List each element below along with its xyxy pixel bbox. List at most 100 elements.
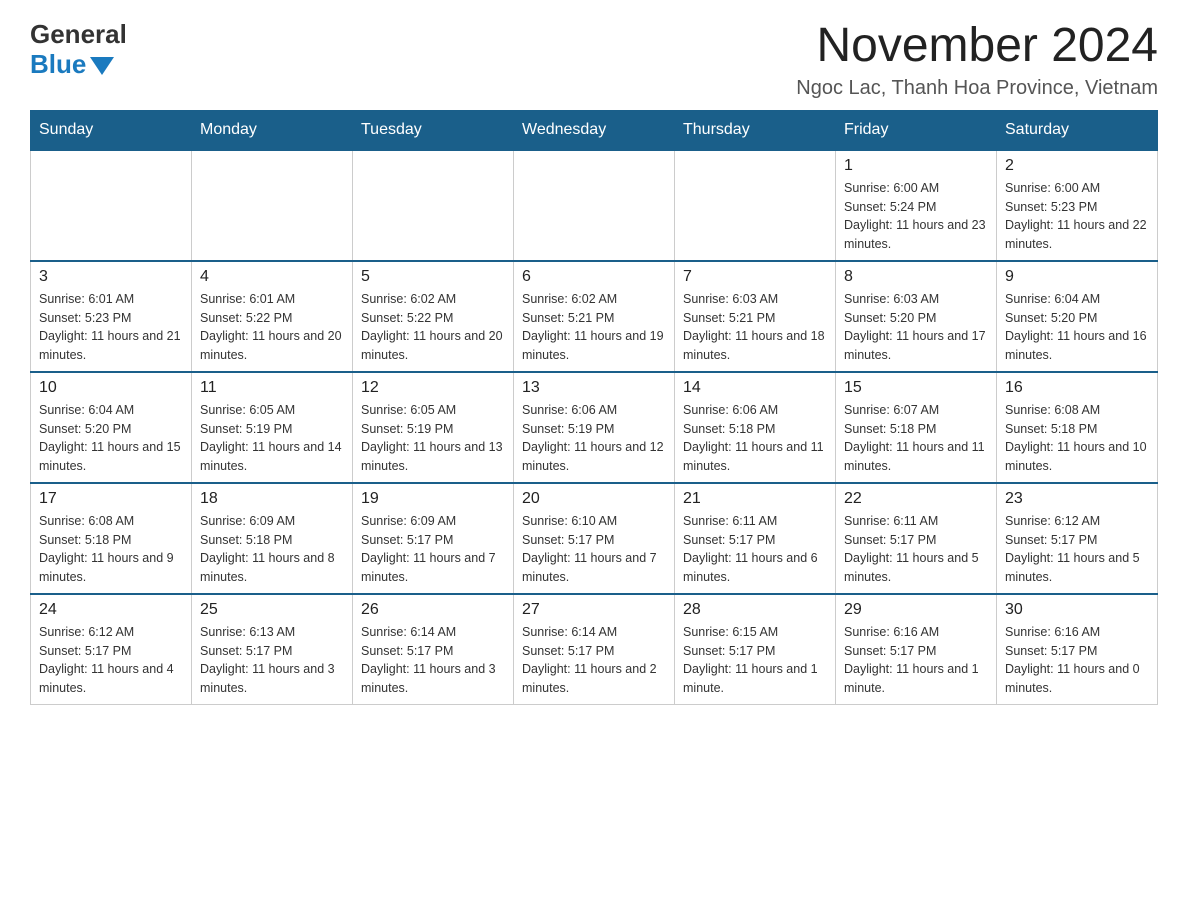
calendar-cell: 2 Sunrise: 6:00 AM Sunset: 5:23 PM Daylig… [997, 150, 1158, 261]
day-number: 25 [200, 601, 344, 619]
day-info: Sunrise: 6:14 AM Sunset: 5:17 PM Dayligh… [522, 623, 666, 698]
day-number: 6 [522, 268, 666, 286]
day-header-saturday: Saturday [997, 110, 1158, 150]
day-number: 14 [683, 379, 827, 397]
day-number: 18 [200, 490, 344, 508]
day-number: 20 [522, 490, 666, 508]
logo-blue-text: Blue [30, 49, 86, 80]
day-number: 29 [844, 601, 988, 619]
day-number: 9 [1005, 268, 1149, 286]
header: General Blue November 2024 Ngoc Lac, Tha… [30, 20, 1158, 100]
day-number: 19 [361, 490, 505, 508]
day-number: 28 [683, 601, 827, 619]
logo-triangle-icon [90, 57, 114, 75]
day-number: 21 [683, 490, 827, 508]
week-row-1: 1 Sunrise: 6:00 AM Sunset: 5:24 PM Daylig… [31, 150, 1158, 261]
calendar-cell [675, 150, 836, 261]
calendar-cell: 28 Sunrise: 6:15 AM Sunset: 5:17 PM Dayli… [675, 594, 836, 705]
day-info: Sunrise: 6:11 AM Sunset: 5:17 PM Dayligh… [844, 512, 988, 587]
week-row-4: 17Sunrise: 6:08 AM Sunset: 5:18 PM Dayli… [31, 483, 1158, 594]
day-info: Sunrise: 6:01 AM Sunset: 5:23 PM Dayligh… [39, 290, 183, 365]
calendar-cell: 23 Sunrise: 6:12 AM Sunset: 5:17 PM Dayli… [997, 483, 1158, 594]
calendar-cell: 24 Sunrise: 6:12 AM Sunset: 5:17 PM Dayli… [31, 594, 192, 705]
day-info: Sunrise: 6:12 AM Sunset: 5:17 PM Dayligh… [39, 623, 183, 698]
day-number: 24 [39, 601, 183, 619]
calendar-cell: 7 Sunrise: 6:03 AM Sunset: 5:21 PM Daylig… [675, 261, 836, 372]
week-row-3: 10Sunrise: 6:04 AM Sunset: 5:20 PM Dayli… [31, 372, 1158, 483]
day-info: Sunrise: 6:02 AM Sunset: 5:22 PM Dayligh… [361, 290, 505, 365]
calendar-cell: 26 Sunrise: 6:14 AM Sunset: 5:17 PM Dayli… [353, 594, 514, 705]
location-title: Ngoc Lac, Thanh Hoa Province, Vietnam [796, 77, 1158, 100]
calendar-cell: 13 Sunrise: 6:06 AM Sunset: 5:19 PM Dayli… [514, 372, 675, 483]
day-info: Sunrise: 6:16 AM Sunset: 5:17 PM Dayligh… [1005, 623, 1149, 698]
days-header-row: SundayMondayTuesdayWednesdayThursdayFrid… [31, 110, 1158, 150]
day-info: Sunrise: 6:14 AM Sunset: 5:17 PM Dayligh… [361, 623, 505, 698]
day-info: Sunrise: 6:13 AM Sunset: 5:17 PM Dayligh… [200, 623, 344, 698]
calendar-cell: 15 Sunrise: 6:07 AM Sunset: 5:18 PM Dayli… [836, 372, 997, 483]
calendar-cell: 25 Sunrise: 6:13 AM Sunset: 5:17 PM Dayli… [192, 594, 353, 705]
day-number: 8 [844, 268, 988, 286]
calendar-cell: 22 Sunrise: 6:11 AM Sunset: 5:17 PM Dayli… [836, 483, 997, 594]
day-number: 15 [844, 379, 988, 397]
month-title: November 2024 [796, 20, 1158, 73]
day-number: 22 [844, 490, 988, 508]
day-number: 11 [200, 379, 344, 397]
calendar-cell: 12Sunrise: 6:05 AM Sunset: 5:19 PM Dayli… [353, 372, 514, 483]
logo: General Blue [30, 20, 127, 80]
calendar-cell [353, 150, 514, 261]
day-info: Sunrise: 6:06 AM Sunset: 5:19 PM Dayligh… [522, 401, 666, 476]
week-row-5: 24 Sunrise: 6:12 AM Sunset: 5:17 PM Dayli… [31, 594, 1158, 705]
calendar-cell: 29 Sunrise: 6:16 AM Sunset: 5:17 PM Dayli… [836, 594, 997, 705]
day-number: 10 [39, 379, 183, 397]
day-number: 13 [522, 379, 666, 397]
calendar-cell [31, 150, 192, 261]
day-number: 27 [522, 601, 666, 619]
day-number: 1 [844, 157, 988, 175]
calendar-cell: 4Sunrise: 6:01 AM Sunset: 5:22 PM Daylig… [192, 261, 353, 372]
day-number: 2 [1005, 157, 1149, 175]
day-header-wednesday: Wednesday [514, 110, 675, 150]
calendar-cell: 9Sunrise: 6:04 AM Sunset: 5:20 PM Daylig… [997, 261, 1158, 372]
day-info: Sunrise: 6:08 AM Sunset: 5:18 PM Dayligh… [39, 512, 183, 587]
calendar-cell: 16Sunrise: 6:08 AM Sunset: 5:18 PM Dayli… [997, 372, 1158, 483]
day-info: Sunrise: 6:03 AM Sunset: 5:21 PM Dayligh… [683, 290, 827, 365]
calendar-cell: 11Sunrise: 6:05 AM Sunset: 5:19 PM Dayli… [192, 372, 353, 483]
day-number: 23 [1005, 490, 1149, 508]
week-row-2: 3 Sunrise: 6:01 AM Sunset: 5:23 PM Daylig… [31, 261, 1158, 372]
day-info: Sunrise: 6:00 AM Sunset: 5:24 PM Dayligh… [844, 179, 988, 254]
calendar-cell: 5Sunrise: 6:02 AM Sunset: 5:22 PM Daylig… [353, 261, 514, 372]
day-info: Sunrise: 6:15 AM Sunset: 5:17 PM Dayligh… [683, 623, 827, 698]
calendar-cell [514, 150, 675, 261]
calendar-cell: 21Sunrise: 6:11 AM Sunset: 5:17 PM Dayli… [675, 483, 836, 594]
day-number: 30 [1005, 601, 1149, 619]
title-area: November 2024 Ngoc Lac, Thanh Hoa Provin… [796, 20, 1158, 100]
logo-general-text: General [30, 20, 127, 49]
calendar-cell: 14 Sunrise: 6:06 AM Sunset: 5:18 PM Dayli… [675, 372, 836, 483]
calendar-cell: 3 Sunrise: 6:01 AM Sunset: 5:23 PM Daylig… [31, 261, 192, 372]
day-info: Sunrise: 6:01 AM Sunset: 5:22 PM Dayligh… [200, 290, 344, 365]
day-info: Sunrise: 6:02 AM Sunset: 5:21 PM Dayligh… [522, 290, 666, 365]
day-header-sunday: Sunday [31, 110, 192, 150]
day-info: Sunrise: 6:06 AM Sunset: 5:18 PM Dayligh… [683, 401, 827, 476]
calendar-cell: 10Sunrise: 6:04 AM Sunset: 5:20 PM Dayli… [31, 372, 192, 483]
day-number: 7 [683, 268, 827, 286]
day-info: Sunrise: 6:03 AM Sunset: 5:20 PM Dayligh… [844, 290, 988, 365]
calendar-cell: 20Sunrise: 6:10 AM Sunset: 5:17 PM Dayli… [514, 483, 675, 594]
day-header-thursday: Thursday [675, 110, 836, 150]
calendar-cell [192, 150, 353, 261]
day-header-monday: Monday [192, 110, 353, 150]
calendar-cell: 6 Sunrise: 6:02 AM Sunset: 5:21 PM Daylig… [514, 261, 675, 372]
day-info: Sunrise: 6:05 AM Sunset: 5:19 PM Dayligh… [361, 401, 505, 476]
day-info: Sunrise: 6:07 AM Sunset: 5:18 PM Dayligh… [844, 401, 988, 476]
day-info: Sunrise: 6:16 AM Sunset: 5:17 PM Dayligh… [844, 623, 988, 698]
day-info: Sunrise: 6:09 AM Sunset: 5:18 PM Dayligh… [200, 512, 344, 587]
calendar-cell: 30 Sunrise: 6:16 AM Sunset: 5:17 PM Dayli… [997, 594, 1158, 705]
day-number: 3 [39, 268, 183, 286]
day-header-tuesday: Tuesday [353, 110, 514, 150]
calendar-cell: 27 Sunrise: 6:14 AM Sunset: 5:17 PM Dayli… [514, 594, 675, 705]
calendar-cell: 8 Sunrise: 6:03 AM Sunset: 5:20 PM Daylig… [836, 261, 997, 372]
day-info: Sunrise: 6:12 AM Sunset: 5:17 PM Dayligh… [1005, 512, 1149, 587]
day-number: 26 [361, 601, 505, 619]
day-info: Sunrise: 6:08 AM Sunset: 5:18 PM Dayligh… [1005, 401, 1149, 476]
day-info: Sunrise: 6:00 AM Sunset: 5:23 PM Dayligh… [1005, 179, 1149, 254]
